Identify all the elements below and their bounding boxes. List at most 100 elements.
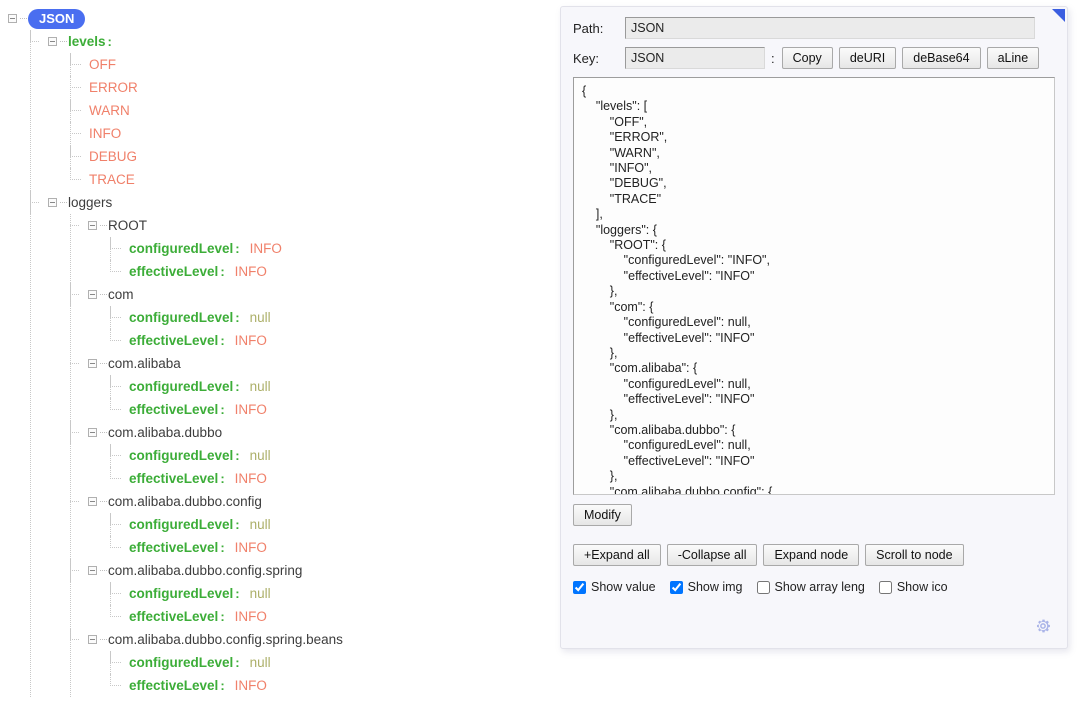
- tree-row-effectiveLevel[interactable]: effectiveLevel:INFO: [128, 260, 556, 283]
- key-input[interactable]: [625, 47, 765, 69]
- modify-button[interactable]: Modify: [573, 504, 632, 526]
- tree-row-level-item[interactable]: DEBUG: [88, 145, 556, 168]
- collapse-icon-logger[interactable]: [88, 635, 97, 644]
- tree-children-levels: OFFERRORWARNINFODEBUGTRACE: [70, 53, 556, 191]
- tree-row-effectiveLevel[interactable]: effectiveLevel:INFO: [128, 467, 556, 490]
- tree-connector: [110, 398, 126, 421]
- tree-row-configuredLevel[interactable]: configuredLevel:null: [128, 375, 556, 398]
- deuri-button[interactable]: deURI: [839, 47, 896, 69]
- tree-row-level-item[interactable]: OFF: [88, 53, 556, 76]
- tree-connector: [110, 536, 126, 559]
- show-img-checkbox[interactable]: [670, 581, 683, 594]
- tree-colon: :: [235, 444, 239, 467]
- copy-button[interactable]: Copy: [782, 47, 833, 69]
- tree-key-logger-name: com: [108, 283, 134, 306]
- tree-colon: :: [220, 674, 224, 697]
- tree-row-effectiveLevel[interactable]: effectiveLevel:INFO: [128, 398, 556, 421]
- tree-row-configuredLevel[interactable]: configuredLevel:null: [128, 444, 556, 467]
- tree-colon: :: [235, 651, 239, 674]
- tree-row-effectiveLevel[interactable]: effectiveLevel:INFO: [128, 536, 556, 559]
- tree-value-configuredLevel: null: [250, 651, 271, 674]
- tree-node-logger: com.alibaba.dubbo.config.springconfigure…: [88, 559, 556, 628]
- collapse-all-button[interactable]: -Collapse all: [667, 544, 758, 566]
- tree-row-level-item[interactable]: WARN: [88, 99, 556, 122]
- tree-row-level-item[interactable]: ERROR: [88, 76, 556, 99]
- show-array-leng-checkbox[interactable]: [757, 581, 770, 594]
- resize-corner-icon[interactable]: [1052, 9, 1065, 22]
- tree-row-logger[interactable]: ROOT: [88, 214, 556, 237]
- tree-row-effectiveLevel[interactable]: effectiveLevel:INFO: [128, 329, 556, 352]
- expand-all-button[interactable]: +Expand all: [573, 544, 661, 566]
- debase64-button[interactable]: deBase64: [902, 47, 980, 69]
- show-img-option[interactable]: Show img: [670, 580, 743, 594]
- tree-expander-group: [70, 352, 108, 375]
- tree-connector: [110, 674, 126, 697]
- collapse-icon-levels[interactable]: [48, 37, 57, 46]
- tree-row-level-item[interactable]: TRACE: [88, 168, 556, 191]
- scroll-to-node-button[interactable]: Scroll to node: [865, 544, 963, 566]
- tree-connector: [100, 432, 107, 433]
- tree-row-effectiveLevel[interactable]: effectiveLevel:INFO: [128, 674, 556, 697]
- tree-expander-group: [30, 30, 68, 53]
- tree-row-loggers[interactable]: loggers: [48, 191, 556, 214]
- tree-connector: [70, 559, 88, 582]
- tree-key-logger-name: com.alibaba.dubbo.config.spring.beans: [108, 628, 343, 651]
- tree-row-configuredLevel[interactable]: configuredLevel:null: [128, 582, 556, 605]
- tree-value-configuredLevel: null: [250, 513, 271, 536]
- expand-node-button[interactable]: Expand node: [763, 544, 859, 566]
- tree-value-level: DEBUG: [89, 145, 137, 168]
- tree-key-effectiveLevel: effectiveLevel: [129, 398, 218, 421]
- show-array-leng-option[interactable]: Show array leng: [757, 580, 865, 594]
- tree-colon: :: [235, 237, 239, 260]
- tree-row-logger[interactable]: com.alibaba.dubbo.config.spring.beans: [88, 628, 556, 651]
- collapse-icon-logger[interactable]: [88, 221, 97, 230]
- tree-connector: [70, 421, 88, 444]
- tree-row-logger[interactable]: com: [88, 283, 556, 306]
- tree-children-logger: configuredLevel:nulleffectiveLevel:INFO: [110, 651, 556, 697]
- collapse-icon-logger[interactable]: [88, 428, 97, 437]
- tree-row-configuredLevel[interactable]: configuredLevel:null: [128, 513, 556, 536]
- show-value-label: Show value: [591, 580, 656, 594]
- tree-value-effectiveLevel: INFO: [235, 398, 267, 421]
- tree-row-configuredLevel[interactable]: configuredLevel:null: [128, 306, 556, 329]
- show-value-option[interactable]: Show value: [573, 580, 656, 594]
- tree-row-root[interactable]: JSON: [8, 7, 556, 30]
- show-ico-label: Show ico: [897, 580, 948, 594]
- collapse-icon-logger[interactable]: [88, 359, 97, 368]
- tree-value-configuredLevel: INFO: [250, 237, 282, 260]
- collapse-icon-logger[interactable]: [88, 566, 97, 575]
- root-label[interactable]: JSON: [28, 9, 85, 29]
- show-value-checkbox[interactable]: [573, 581, 586, 594]
- tree-connector: [100, 501, 107, 502]
- show-ico-option[interactable]: Show ico: [879, 580, 948, 594]
- tree-row-level-item[interactable]: INFO: [88, 122, 556, 145]
- key-row: Key: : CopydeURIdeBase64aLine: [573, 47, 1055, 69]
- collapse-icon-logger[interactable]: [88, 497, 97, 506]
- tree-key-effectiveLevel: effectiveLevel: [129, 605, 218, 628]
- node-action-buttons: +Expand all -Collapse allExpand node Scrol…: [573, 544, 1055, 566]
- tree-colon: :: [220, 605, 224, 628]
- tree-row-levels[interactable]: levels :: [48, 30, 556, 53]
- tree-row-configuredLevel[interactable]: configuredLevel:null: [128, 651, 556, 674]
- collapse-icon-root[interactable]: [8, 14, 17, 23]
- tree-row-configuredLevel[interactable]: configuredLevel:INFO: [128, 237, 556, 260]
- show-ico-checkbox[interactable]: [879, 581, 892, 594]
- tree-key-logger-name: ROOT: [108, 214, 147, 237]
- tree-row-logger[interactable]: com.alibaba: [88, 352, 556, 375]
- tree-row-effectiveLevel[interactable]: effectiveLevel:INFO: [128, 605, 556, 628]
- tree-row-logger[interactable]: com.alibaba.dubbo.config.spring: [88, 559, 556, 582]
- collapse-icon-logger[interactable]: [88, 290, 97, 299]
- json-textarea[interactable]: [573, 77, 1055, 495]
- tree-key-logger-name: com.alibaba.dubbo.config: [108, 490, 262, 513]
- tree-row-logger[interactable]: com.alibaba.dubbo: [88, 421, 556, 444]
- tree-children-loggers: ROOTconfiguredLevel:INFOeffectiveLevel:I…: [70, 214, 556, 697]
- tree-connector: [110, 513, 126, 536]
- tree-node-logger: com.alibaba.dubbo.configconfiguredLevel:…: [88, 490, 556, 559]
- tree-connector: [70, 122, 86, 145]
- gear-icon[interactable]: [1033, 616, 1053, 636]
- tree-row-logger[interactable]: com.alibaba.dubbo.config: [88, 490, 556, 513]
- path-input[interactable]: [625, 17, 1035, 39]
- collapse-icon-loggers[interactable]: [48, 198, 57, 207]
- aline-button[interactable]: aLine: [987, 47, 1040, 69]
- tree-expander-group: [70, 421, 108, 444]
